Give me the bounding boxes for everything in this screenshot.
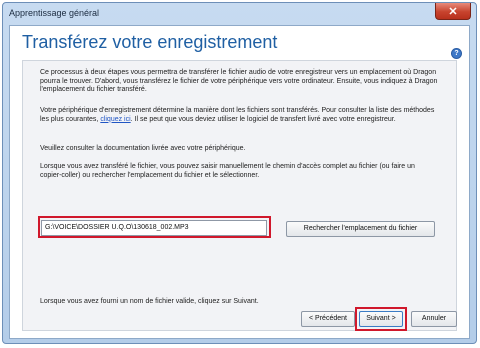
window-title: Apprentissage général [9, 8, 100, 18]
intro-paragraph: Ce processus à deux étapes vous permettr… [40, 69, 438, 93]
device-paragraph: Votre périphérique d'enregistrement déte… [40, 107, 445, 124]
documentation-paragraph: Veuillez consulter la documentation livr… [40, 145, 246, 152]
browse-file-button[interactable]: Rechercher l'emplacement du fichier [286, 221, 435, 237]
transfer-paragraph: Lorsque vous avez transféré le fichier, … [40, 163, 415, 179]
highlight-frame-path [38, 216, 271, 238]
instructions-panel: Ce processus à deux étapes vous permettr… [22, 60, 457, 331]
close-icon: ✕ [448, 5, 458, 18]
help-icon[interactable]: ? [451, 48, 462, 59]
dialog-window: Apprentissage général ✕ Transférez votre… [2, 2, 477, 344]
previous-button[interactable]: < Précédent [301, 311, 355, 327]
click-here-link[interactable]: cliquez ici [100, 116, 130, 123]
cancel-button[interactable]: Annuler [411, 311, 457, 327]
dialog-content: Transférez votre enregistrement ? Ce pro… [9, 25, 470, 339]
close-button[interactable]: ✕ [435, 3, 471, 20]
final-instruction: Lorsque vous avez fourni un nom de fichi… [40, 298, 259, 305]
page-title: Transférez votre enregistrement [22, 32, 278, 52]
device-paragraph-text-2: . Il se peut que vous deviez utiliser le… [130, 115, 396, 123]
title-bar: Apprentissage général ✕ [3, 3, 476, 25]
highlight-frame-next [355, 307, 407, 331]
